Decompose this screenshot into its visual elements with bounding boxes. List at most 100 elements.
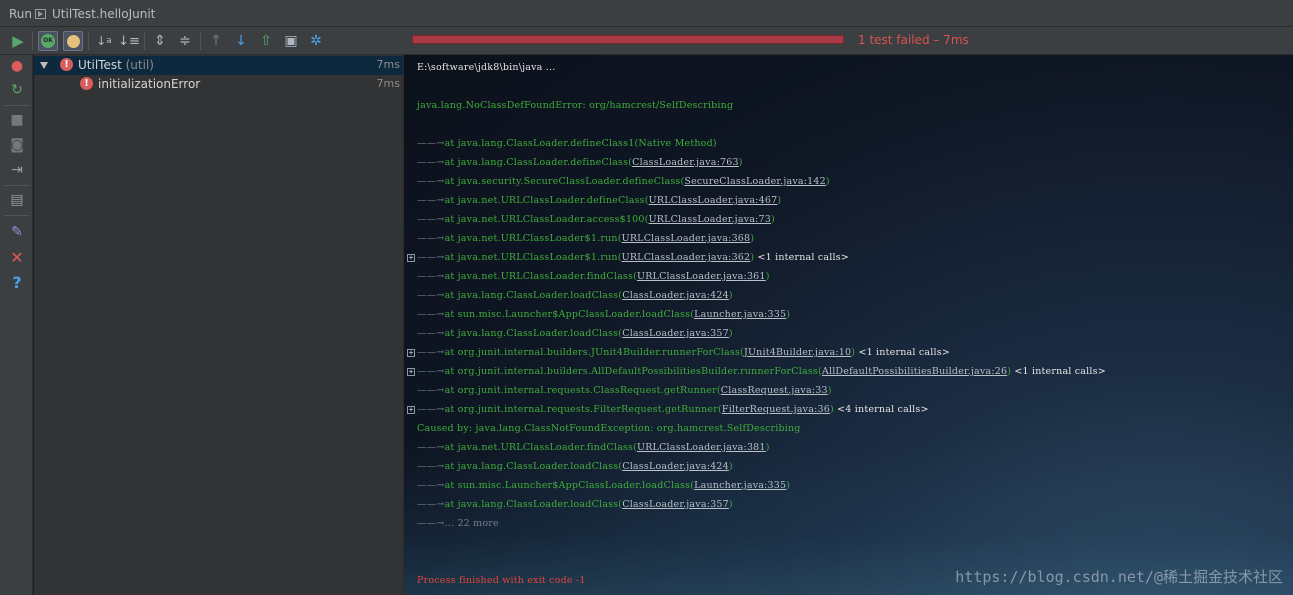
- screenshot-icon[interactable]: ◙: [8, 136, 26, 154]
- toolbar-separator: [32, 32, 33, 50]
- pin-icon[interactable]: ✎: [8, 223, 26, 241]
- console-more-line: ——→... 22 more: [417, 518, 499, 529]
- tab-arrow-glyph: ——→: [417, 233, 445, 244]
- stack-frame-close-paren: ): [786, 480, 791, 491]
- stack-frame-close-paren: ): [728, 461, 733, 472]
- tree-node-child-name: initializationError: [98, 77, 201, 91]
- run-label: Run: [9, 7, 33, 21]
- tab-arrow-glyph: ——→: [417, 499, 445, 510]
- console-error-line: java.lang.NoClassDefFoundError: org/hamc…: [417, 100, 734, 111]
- sort-alpha-icon[interactable]: ↓ a: [94, 31, 114, 51]
- stack-frame-close-paren: ): [765, 442, 770, 453]
- stack-frame-method: at java.net.URLClassLoader.defineClass(: [444, 195, 649, 206]
- test-progress-bar: [412, 35, 844, 44]
- stack-frame-close-paren: ): [786, 309, 791, 320]
- stack-frame-line: ——→at java.lang.ClassLoader.loadClass(Cl…: [417, 499, 733, 510]
- sort-duration-icon[interactable]: ↓≡: [118, 31, 140, 51]
- expand-internal-calls-icon[interactable]: +: [407, 368, 415, 376]
- rerun-failed-icon[interactable]: ●: [8, 57, 26, 75]
- stack-frame-line: ——→at org.junit.internal.builders.AllDef…: [417, 366, 1106, 377]
- sidebar-separator: [4, 105, 29, 106]
- run-tab-title[interactable]: UtilTest.helloJunit: [52, 7, 155, 21]
- test-status-text: 1 test failed – 7ms: [858, 33, 969, 47]
- console-command-line: E:\software\jdk8\bin\java ...: [417, 62, 556, 73]
- tree-node-child[interactable]: ! initializationError 7ms: [34, 75, 403, 94]
- source-location-link[interactable]: URLClassLoader.java:361: [637, 271, 766, 282]
- show-passed-icon[interactable]: OK: [38, 31, 58, 51]
- run-tool-window-header: Run UtilTest.helloJunit: [0, 0, 1293, 27]
- show-ignored-icon[interactable]: [63, 31, 83, 51]
- source-location-link[interactable]: URLClassLoader.java:467: [649, 195, 778, 206]
- source-location-link[interactable]: Launcher.java:335: [694, 309, 786, 320]
- stack-frame-method: at java.net.URLClassLoader.access$100(: [444, 214, 649, 225]
- tab-arrow-glyph: ——→: [417, 138, 445, 149]
- expand-arrow-icon[interactable]: [40, 62, 48, 69]
- source-location-link[interactable]: URLClassLoader.java:73: [649, 214, 771, 225]
- source-location-link[interactable]: JUnit4Builder.java:10: [744, 347, 851, 358]
- tab-arrow-glyph: ——→: [417, 480, 445, 491]
- stack-frame-method: at java.net.URLClassLoader$1.run(: [444, 233, 622, 244]
- stack-frame-method: at java.lang.ClassLoader.defineClass(: [444, 157, 633, 168]
- internal-calls-label[interactable]: <1 internal calls>: [754, 252, 849, 263]
- expand-internal-calls-icon[interactable]: +: [407, 406, 415, 414]
- source-location-link[interactable]: ClassRequest.java:33: [721, 385, 828, 396]
- source-location-link[interactable]: ClassLoader.java:424: [622, 290, 729, 301]
- source-location-link[interactable]: AllDefaultPossibilitiesBuilder.java:26: [822, 366, 1007, 377]
- next-failed-icon[interactable]: ↓: [231, 31, 251, 51]
- stack-frame-method: at java.net.URLClassLoader.findClass(: [444, 271, 637, 282]
- stack-frame-method: at java.net.URLClassLoader.findClass(: [444, 442, 637, 453]
- stack-frame-close-paren: ): [728, 499, 733, 510]
- stack-frame-line: ——→at sun.misc.Launcher$AppClassLoader.l…: [417, 480, 790, 491]
- internal-calls-label[interactable]: <4 internal calls>: [834, 404, 929, 415]
- stack-frame-method: at org.junit.internal.builders.JUnit4Bui…: [444, 347, 744, 358]
- source-location-link[interactable]: URLClassLoader.java:368: [622, 233, 751, 244]
- import-icon[interactable]: ▣: [281, 31, 301, 51]
- stack-frame-method: at java.lang.ClassLoader.loadClass(: [444, 499, 623, 510]
- stack-frame-close-paren: ): [771, 214, 775, 225]
- tab-arrow-glyph: ——→: [417, 290, 445, 301]
- source-location-link[interactable]: SecureClassLoader.java:142: [684, 176, 826, 187]
- prev-failed-icon[interactable]: ↑: [206, 31, 226, 51]
- stack-frame-method: at java.lang.ClassLoader.loadClass(: [444, 461, 623, 472]
- run-config-icon: [35, 9, 46, 19]
- expand-internal-calls-icon[interactable]: +: [407, 254, 415, 262]
- exit-icon[interactable]: ⇥: [8, 161, 26, 179]
- tree-node-root-time: 7ms: [376, 58, 400, 71]
- tab-arrow-glyph: ——→: [417, 309, 445, 320]
- test-side-toolbar: ● ↻ ■ ◙ ⇥ ▤ ✎ ✕ ?: [0, 55, 33, 595]
- stack-frame-line: ——→at java.net.URLClassLoader.findClass(…: [417, 271, 770, 282]
- settings-icon[interactable]: ✲: [306, 31, 326, 51]
- tab-arrow-glyph: ——→: [417, 442, 445, 453]
- source-location-link[interactable]: ClassLoader.java:763: [632, 157, 739, 168]
- help-icon[interactable]: ?: [8, 273, 26, 292]
- close-icon[interactable]: ✕: [8, 248, 26, 267]
- source-location-link[interactable]: ClassLoader.java:424: [622, 461, 729, 472]
- run-icon[interactable]: ▶: [8, 31, 28, 51]
- tab-arrow-glyph: ——→: [417, 328, 445, 339]
- toolbar-separator: [88, 32, 89, 50]
- source-location-link[interactable]: ClassLoader.java:357: [622, 499, 729, 510]
- toolbar-separator: [200, 32, 201, 50]
- internal-calls-label[interactable]: <1 internal calls>: [855, 347, 950, 358]
- expand-internal-calls-icon[interactable]: +: [407, 349, 415, 357]
- stack-frame-line: ——→at java.lang.ClassLoader.defineClass1…: [417, 138, 717, 149]
- expand-all-icon[interactable]: ⇕: [150, 31, 170, 51]
- source-location-link[interactable]: ClassLoader.java:357: [622, 328, 729, 339]
- stack-frame-close-paren: ): [825, 176, 830, 187]
- stack-frame-method: at java.security.SecureClassLoader.defin…: [444, 176, 685, 187]
- source-location-link[interactable]: URLClassLoader.java:381: [637, 442, 766, 453]
- stack-frame-close-paren: ): [765, 271, 770, 282]
- export-icon[interactable]: ⇧: [256, 31, 276, 51]
- layout-icon[interactable]: ▤: [8, 191, 26, 209]
- internal-calls-label[interactable]: <1 internal calls>: [1011, 366, 1106, 377]
- toggle-autotest-icon[interactable]: ↻: [8, 81, 26, 99]
- tree-node-root[interactable]: ! UtilTest (util) 7ms: [34, 56, 403, 75]
- console-output[interactable]: E:\software\jdk8\bin\java ... java.lang.…: [404, 55, 1293, 595]
- stack-frame-line: ——→at java.lang.ClassLoader.loadClass(Cl…: [417, 290, 733, 301]
- collapse-all-icon[interactable]: ≑: [175, 31, 195, 51]
- stack-frame-method: at org.junit.internal.builders.AllDefaul…: [444, 366, 822, 377]
- source-location-link[interactable]: URLClassLoader.java:362: [622, 252, 751, 263]
- source-location-link[interactable]: FilterRequest.java:36: [722, 404, 830, 415]
- stop-icon[interactable]: ■: [8, 111, 26, 129]
- source-location-link[interactable]: Launcher.java:335: [694, 480, 786, 491]
